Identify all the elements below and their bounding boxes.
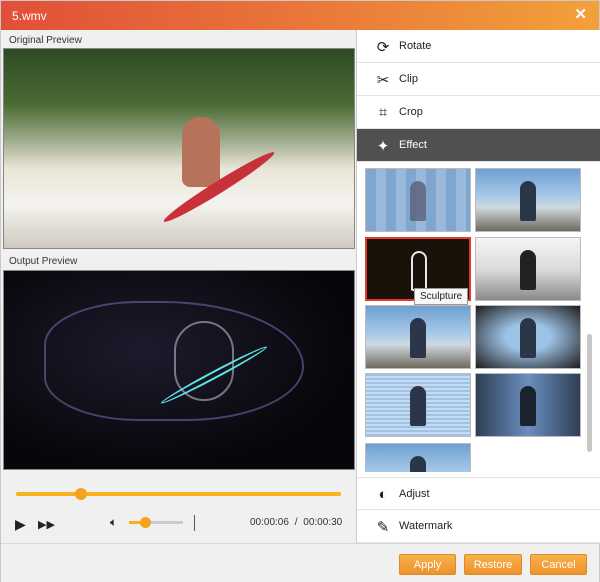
volume-slider[interactable]	[129, 517, 183, 528]
menu-item-label: Watermark	[399, 520, 453, 532]
thumbnail-person	[520, 181, 536, 221]
time-separator: /	[294, 517, 298, 528]
menu-item-label: Clip	[399, 73, 418, 85]
adjust-icon: ◐	[378, 486, 388, 503]
rotate-icon: ⟳	[376, 39, 390, 56]
play-icon[interactable]: ▶	[15, 516, 26, 533]
restore-button[interactable]: Restore	[464, 554, 522, 575]
effect-thumbnail-sketch[interactable]	[475, 237, 581, 301]
volume-icon[interactable]: 🔈︎	[110, 515, 117, 530]
controls-divider	[194, 515, 195, 531]
output-preview-video	[3, 270, 355, 470]
volume-handle[interactable]	[140, 517, 152, 528]
thumbnail-person	[520, 318, 536, 358]
effect-stars-icon: ✦	[376, 138, 390, 155]
effect-tooltip: Sculpture	[414, 288, 469, 305]
original-preview-label: Original Preview	[9, 35, 82, 46]
thumbnail-person	[520, 386, 536, 426]
title-bar: 5.wmv ✕	[1, 1, 599, 30]
surfer-figure	[182, 117, 220, 187]
effect-thumbnail-warm[interactable]	[365, 305, 471, 369]
progress-slider[interactable]	[16, 488, 341, 500]
effect-thumbnail-emboss[interactable]	[365, 373, 471, 437]
current-time: 00:00:06	[250, 517, 289, 528]
menu-item-rotate[interactable]: ⟳ Rotate	[357, 30, 600, 63]
video-edit-window: 5.wmv ✕ Original Preview Output Preview …	[0, 0, 600, 582]
output-preview-label: Output Preview	[9, 256, 78, 267]
close-icon[interactable]: ✕	[574, 7, 587, 23]
menu-item-effect[interactable]: ✦ Effect	[357, 129, 600, 162]
thumbnail-person	[410, 456, 426, 472]
thumbnail-person	[410, 318, 426, 358]
window-title: 5.wmv	[12, 9, 47, 23]
effect-thumbnail-grid: Sculpture	[357, 162, 600, 472]
menu-item-crop[interactable]: ⌗ Crop	[357, 96, 600, 129]
menu-item-label: Adjust	[399, 488, 430, 500]
effect-thumbnail-tiles[interactable]	[475, 373, 581, 437]
effect-thumbnail-original[interactable]	[475, 168, 581, 232]
progress-fill	[16, 492, 341, 496]
brush-icon: ✎	[376, 519, 390, 536]
thumbnail-person	[411, 251, 427, 291]
cancel-button[interactable]: Cancel	[530, 554, 587, 575]
menu-item-label: Rotate	[399, 40, 432, 52]
scissors-icon: ✂	[376, 72, 390, 89]
effects-scrollbar[interactable]	[586, 162, 594, 472]
playback-controls: ▶ ▶▶ 🔈︎ 00:00:06 / 00:00:30	[1, 471, 356, 543]
edit-tools-panel: ⟳ Rotate ✂ Clip ⌗ Crop ✦ Effect Sculptur…	[356, 30, 600, 543]
original-preview-video	[3, 48, 355, 249]
thumbnail-person	[410, 181, 426, 221]
effect-thumbnail-vignette[interactable]	[475, 305, 581, 369]
progress-handle[interactable]	[75, 488, 87, 500]
apply-button[interactable]: Apply	[399, 554, 456, 575]
effect-thumbnail-partial[interactable]	[365, 443, 471, 472]
time-readout: 00:00:06 / 00:00:30	[250, 517, 342, 528]
crop-icon: ⌗	[378, 104, 388, 121]
menu-item-label: Effect	[399, 139, 427, 151]
menu-item-clip[interactable]: ✂ Clip	[357, 63, 600, 96]
thumbnail-person	[410, 386, 426, 426]
effect-thumbnail-mosaic[interactable]	[365, 168, 471, 232]
fast-forward-icon[interactable]: ▶▶	[38, 518, 55, 531]
menu-item-label: Crop	[399, 106, 423, 118]
action-bar: Apply Restore Cancel	[1, 543, 599, 582]
menu-item-adjust[interactable]: ◐ Adjust	[357, 477, 600, 510]
scrollbar-thumb[interactable]	[587, 334, 592, 452]
thumbnail-person	[520, 250, 536, 290]
menu-item-watermark[interactable]: ✎ Watermark	[357, 510, 600, 543]
total-time: 00:00:30	[303, 517, 343, 528]
